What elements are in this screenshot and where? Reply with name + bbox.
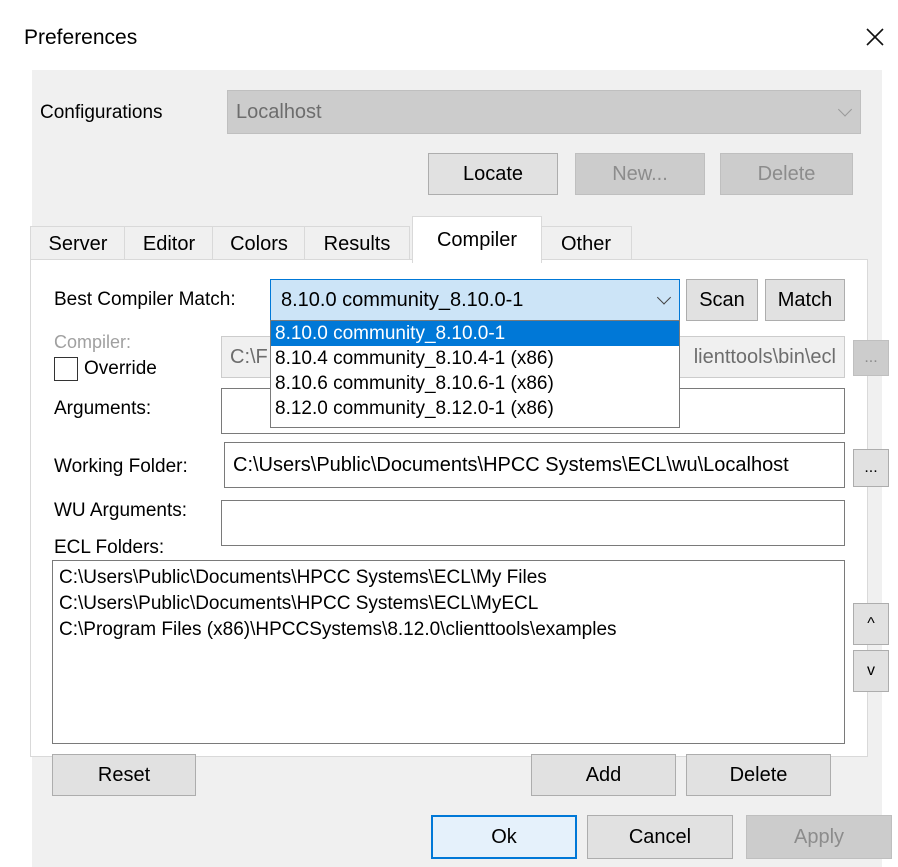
move-down-button[interactable]: v — [853, 650, 889, 692]
tab-compiler-label: Compiler — [436, 228, 518, 251]
list-item[interactable]: C:\Users\Public\Documents\HPCC Systems\E… — [59, 565, 838, 591]
dropdown-option[interactable]: 8.10.6 community_8.10.6-1 (x86) — [271, 371, 679, 396]
override-checkbox[interactable] — [54, 357, 78, 381]
tab-editor-label: Editor — [142, 232, 196, 255]
compiler-path-end: lienttools\bin\ecl — [693, 345, 836, 368]
dropdown-option[interactable]: 8.10.4 community_8.10.4-1 (x86) — [271, 346, 679, 371]
tab-other-label: Other — [560, 232, 612, 255]
delete-config-button[interactable]: Delete — [720, 153, 853, 195]
arguments-label: Arguments: — [54, 398, 152, 419]
tab-strip: Server Editor Colors Results Compiler Ot… — [30, 216, 632, 263]
wu-arguments-input[interactable] — [221, 500, 845, 546]
window-title: Preferences — [24, 26, 138, 49]
best-compiler-match-label: Best Compiler Match: — [54, 289, 236, 310]
configurations-value: Localhost — [236, 100, 322, 123]
dropdown-option[interactable]: 8.12.0 community_8.12.0-1 (x86) — [271, 396, 679, 421]
configurations-combo[interactable]: Localhost — [227, 90, 861, 134]
close-icon — [866, 28, 884, 46]
list-item[interactable]: C:\Users\Public\Documents\HPCC Systems\E… — [59, 591, 838, 617]
working-folder-browse-button[interactable]: ... — [853, 449, 889, 487]
reset-button[interactable]: Reset — [52, 754, 196, 796]
best-compiler-value: 8.10.0 community_8.10.0-1 — [281, 288, 524, 311]
ecl-folders-label: ECL Folders: — [54, 537, 165, 558]
match-button[interactable]: Match — [765, 279, 845, 321]
tab-results[interactable]: Results — [304, 226, 410, 261]
locate-button[interactable]: Locate — [428, 153, 558, 195]
new-button[interactable]: New... — [575, 153, 705, 195]
chevron-down-icon — [656, 290, 672, 305]
tab-server-label: Server — [48, 232, 108, 255]
list-item[interactable]: C:\Program Files (x86)\HPCCSystems\8.12.… — [59, 617, 838, 643]
working-folder-label: Working Folder: — [54, 456, 188, 477]
best-compiler-combo[interactable]: 8.10.0 community_8.10.0-1 — [270, 279, 680, 321]
working-folder-input[interactable]: C:\Users\Public\Documents\HPCC Systems\E… — [224, 442, 845, 488]
scan-button[interactable]: Scan — [686, 279, 758, 321]
cancel-button[interactable]: Cancel — [587, 815, 733, 859]
tab-results-label: Results — [323, 232, 391, 255]
override-checkbox-row[interactable]: Override — [54, 357, 157, 381]
ecl-folders-list[interactable]: C:\Users\Public\Documents\HPCC Systems\E… — [52, 560, 845, 744]
configurations-label: Configurations — [40, 102, 163, 123]
compiler-browse-button[interactable]: ... — [853, 340, 889, 376]
dropdown-option-selected[interactable]: 8.10.0 community_8.10.0-1 — [271, 321, 679, 346]
tab-editor[interactable]: Editor — [124, 226, 214, 261]
override-label: Override — [84, 358, 157, 379]
compiler-path-start: C:\F — [230, 345, 268, 368]
chevron-down-icon: v — [867, 662, 875, 679]
wu-arguments-label: WU Arguments: — [54, 500, 188, 521]
close-button[interactable] — [858, 20, 892, 54]
tab-other[interactable]: Other — [540, 226, 632, 261]
tab-colors[interactable]: Colors — [212, 226, 306, 261]
best-compiler-dropdown: 8.10.0 community_8.10.0-1 8.10.4 communi… — [270, 320, 680, 428]
chevron-down-icon — [837, 102, 853, 117]
chevron-up-icon: ^ — [867, 615, 875, 632]
ok-button[interactable]: Ok — [431, 815, 577, 859]
delete-folder-button[interactable]: Delete — [686, 754, 831, 796]
move-up-button[interactable]: ^ — [853, 603, 889, 645]
apply-button[interactable]: Apply — [746, 815, 892, 859]
tab-compiler[interactable]: Compiler — [412, 216, 542, 263]
compiler-label: Compiler: — [54, 332, 132, 352]
tab-server[interactable]: Server — [30, 226, 126, 261]
add-folder-button[interactable]: Add — [531, 754, 676, 796]
tab-colors-label: Colors — [230, 232, 288, 255]
